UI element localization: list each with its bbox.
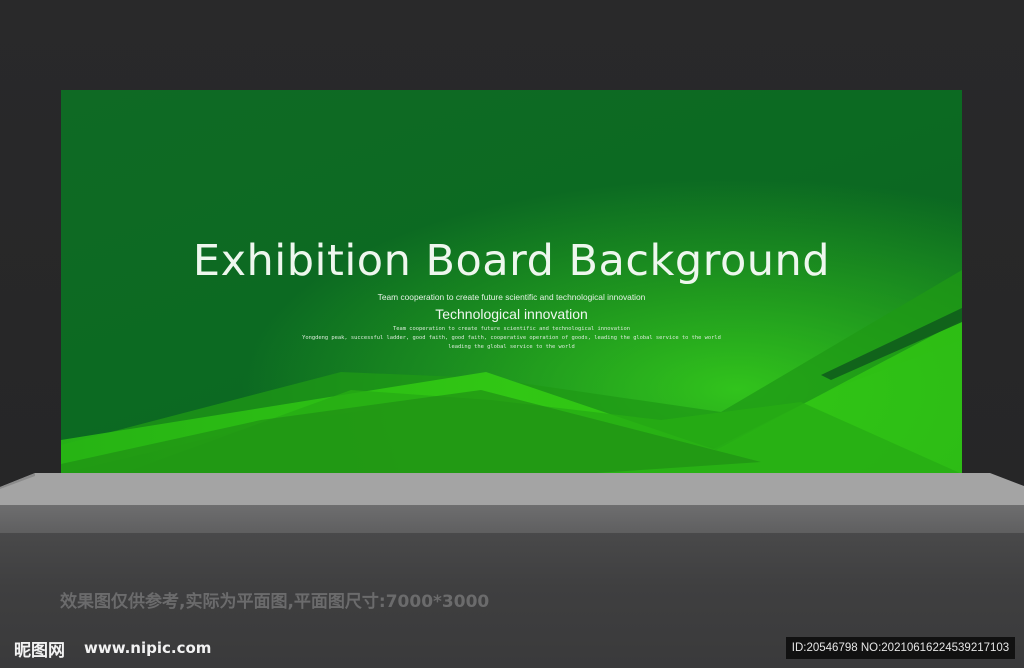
board-body-line-2: Yongdeng peak, successful ladder, good f… (302, 335, 721, 341)
board-body-line-1: Team cooperation to create future scient… (393, 326, 630, 332)
disclaimer-caption: 效果图仅供参考,实际为平面图,平面图尺寸:7000*3000 (60, 592, 490, 612)
exhibition-board: Exhibition Board Background Team coopera… (61, 90, 962, 474)
scene: Exhibition Board Background Team coopera… (0, 0, 1024, 668)
stage-top-surface (0, 473, 1024, 506)
stage-top (0, 473, 1024, 506)
watermark-url: www.nipic.com (84, 639, 212, 657)
board-heading: Technological innovation (435, 306, 588, 322)
stage-front (0, 505, 1024, 533)
board-title: Exhibition Board Background (192, 236, 831, 286)
watermark-logo: 昵图网 (14, 641, 65, 661)
board-tagline: Team cooperation to create future scient… (377, 292, 646, 302)
watermark-id: ID:20546798 NO:20210616224539217103 (786, 637, 1015, 659)
board-body-line-3: leading the global service to the world (448, 344, 575, 350)
